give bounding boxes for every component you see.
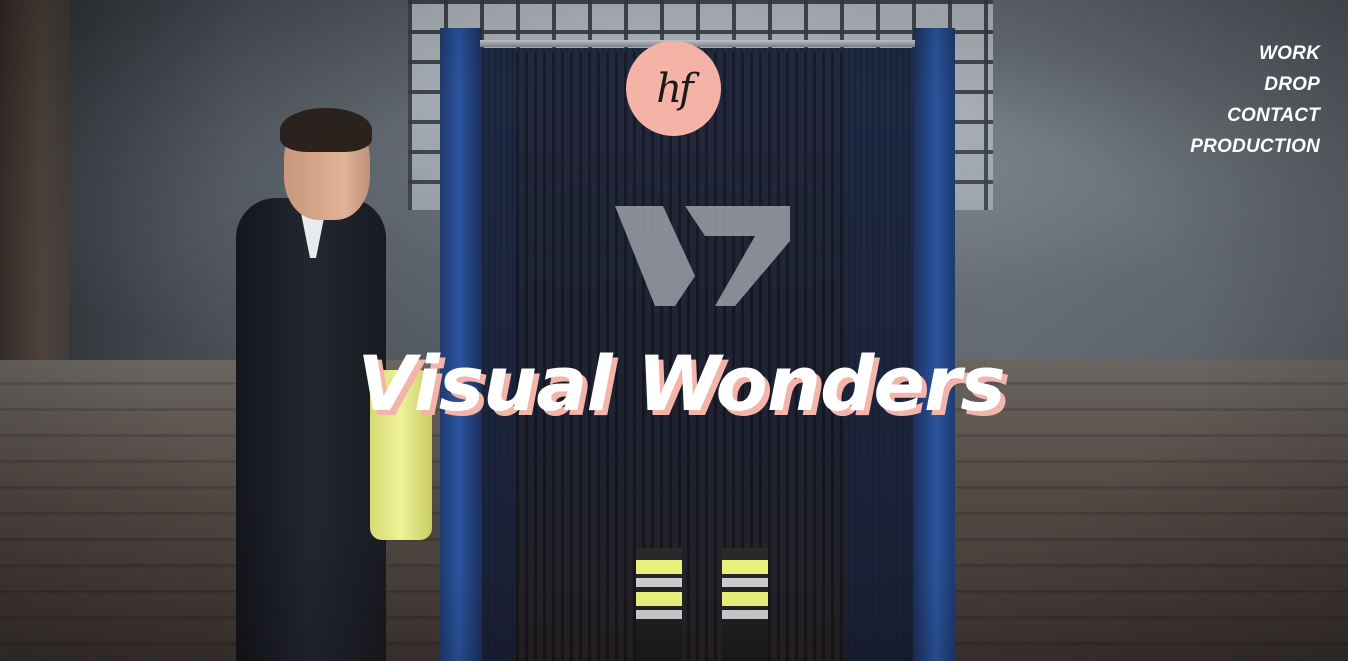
reflective-band	[636, 560, 682, 574]
logo-text: hf	[656, 65, 694, 112]
booth-rail	[480, 40, 915, 47]
nav-item-work[interactable]: WORK	[1259, 42, 1320, 65]
hero-section: hf WORK DROP CONTACT PRODUCTION Visual W…	[0, 0, 1348, 661]
logo-link[interactable]: hf	[626, 41, 721, 136]
booth-legs	[636, 548, 776, 661]
leg-left	[636, 548, 682, 661]
reflective-strip	[636, 610, 682, 619]
nav-item-production[interactable]: PRODUCTION	[1190, 135, 1320, 158]
reflective-band	[722, 592, 768, 606]
main-nav: WORK DROP CONTACT PRODUCTION	[1190, 42, 1320, 158]
reflective-band	[636, 592, 682, 606]
reflective-strip	[636, 578, 682, 587]
nav-item-contact[interactable]: CONTACT	[1227, 104, 1320, 127]
hero-headline: Visual Wonders	[357, 338, 1005, 428]
nav-item-drop[interactable]: DROP	[1264, 73, 1320, 96]
person-suit	[236, 198, 386, 661]
reflective-strip	[722, 610, 768, 619]
curtain-emblem-icon	[615, 206, 790, 306]
leg-right	[722, 548, 768, 661]
background-pillar	[0, 0, 70, 360]
person-hair	[280, 108, 372, 152]
reflective-strip	[722, 578, 768, 587]
reflective-band	[722, 560, 768, 574]
